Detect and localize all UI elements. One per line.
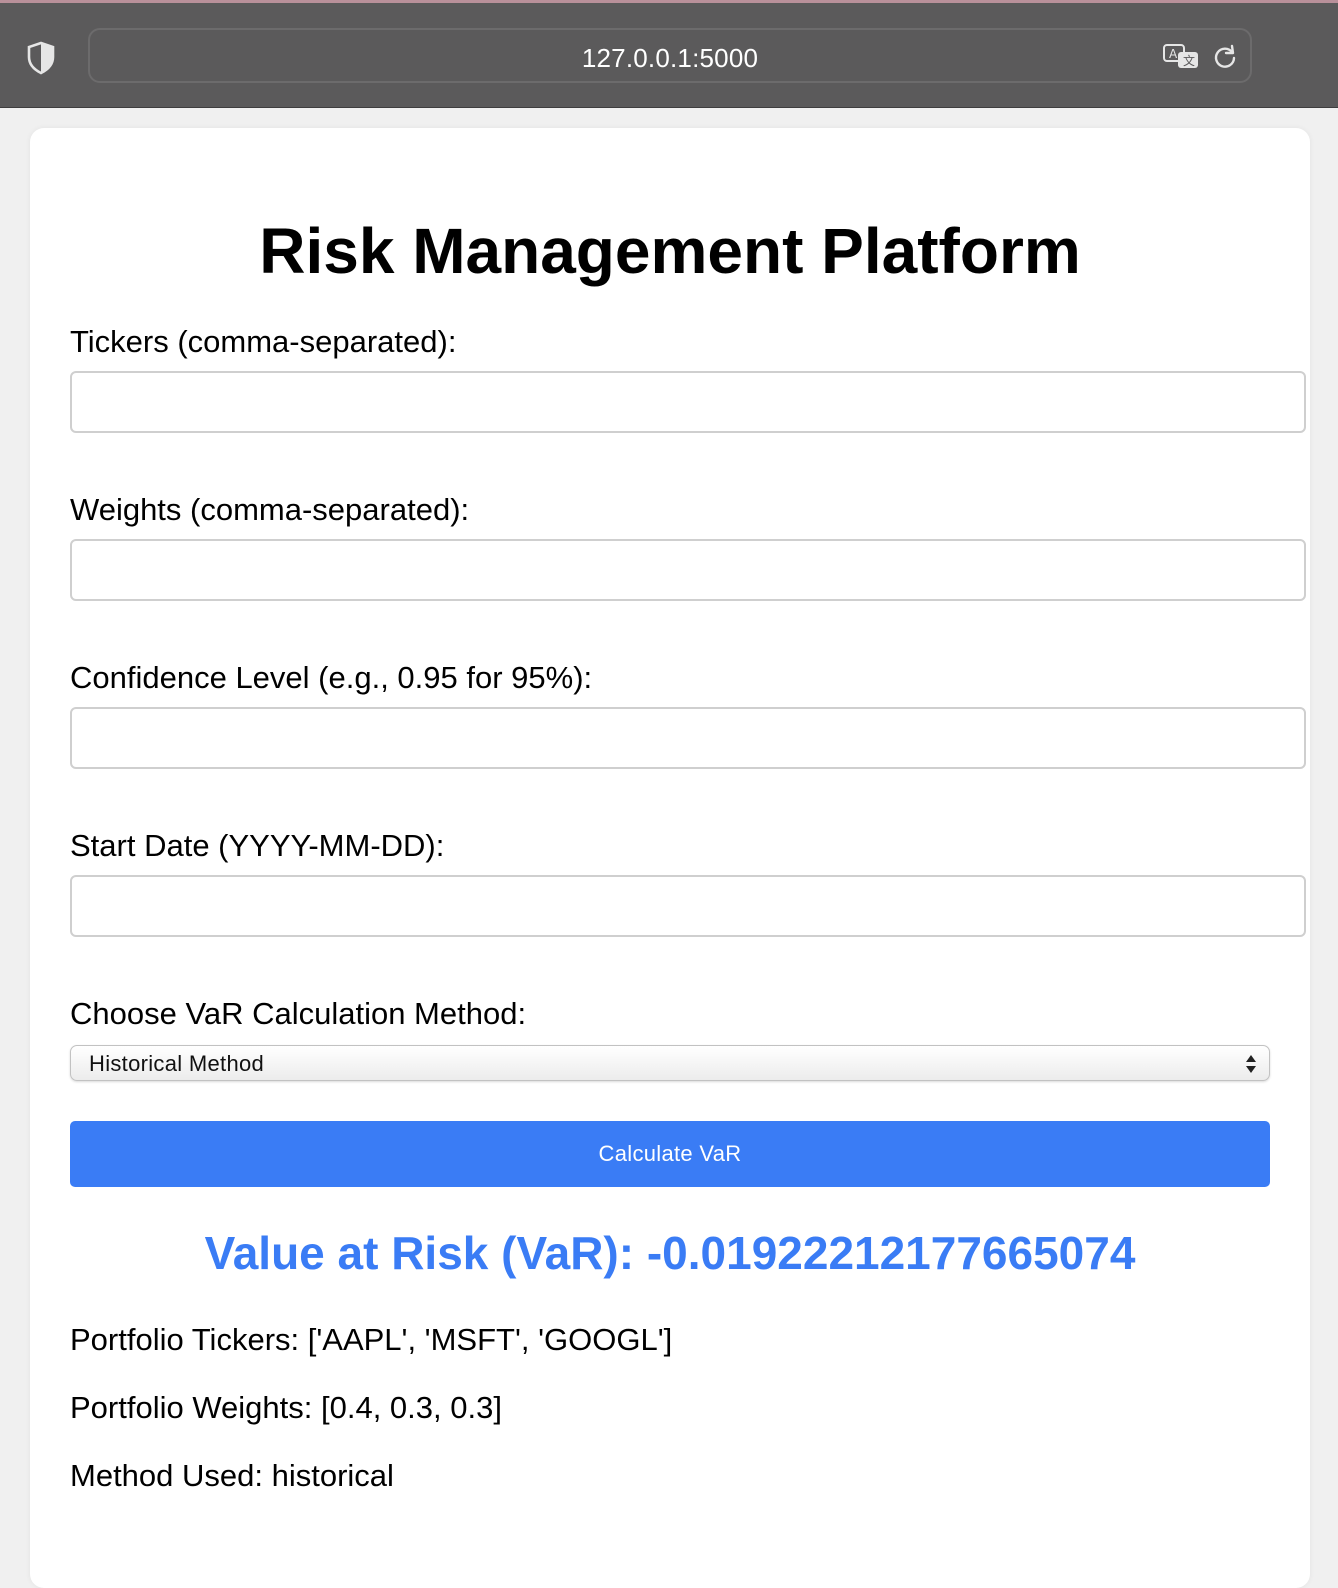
page-title: Risk Management Platform <box>259 215 1081 287</box>
svg-text:A: A <box>1169 47 1178 61</box>
main-card: Risk Management Platform Tickers (comma-… <box>30 128 1310 1588</box>
portfolio-weights-text: Portfolio Weights: [0.4, 0.3, 0.3] <box>70 1390 502 1425</box>
portfolio-tickers-text: Portfolio Tickers: ['AAPL', 'MSFT', 'GOO… <box>70 1322 673 1357</box>
select-arrows-icon <box>1245 1052 1257 1076</box>
weights-input[interactable] <box>70 539 1306 601</box>
tickers-input[interactable] <box>70 371 1306 433</box>
shield-icon[interactable] <box>26 41 56 75</box>
start-date-label: Start Date (YYYY-MM-DD): <box>70 828 445 863</box>
translate-icon[interactable]: A 文 <box>1162 42 1202 72</box>
reload-icon[interactable] <box>1212 44 1238 70</box>
start-date-input[interactable] <box>70 875 1306 937</box>
method-used-text: Method Used: historical <box>70 1458 394 1493</box>
confidence-input[interactable] <box>70 707 1306 769</box>
browser-toolbar: 127.0.0.1:5000 A 文 <box>0 0 1338 108</box>
weights-label: Weights (comma-separated): <box>70 492 470 527</box>
method-selected-value: Historical Method <box>89 1051 265 1076</box>
tickers-label: Tickers (comma-separated): <box>70 324 457 359</box>
address-bar[interactable]: 127.0.0.1:5000 A 文 <box>88 28 1252 83</box>
method-select[interactable]: Historical Method <box>70 1045 1270 1081</box>
calculate-var-button[interactable]: Calculate VaR <box>70 1121 1270 1187</box>
confidence-label: Confidence Level (e.g., 0.95 for 95%): <box>70 660 593 695</box>
url-text: 127.0.0.1:5000 <box>581 43 759 73</box>
method-label: Choose VaR Calculation Method: <box>70 996 527 1031</box>
svg-text:文: 文 <box>1183 53 1195 68</box>
var-result: Value at Risk (VaR): -0.019222121776650​… <box>204 1227 1136 1279</box>
